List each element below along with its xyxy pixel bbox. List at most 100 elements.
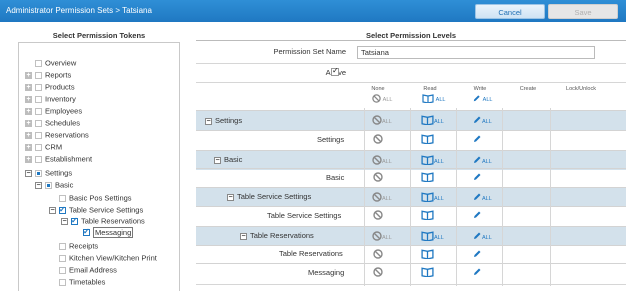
tree-item-reservations[interactable]: + Reservations bbox=[25, 130, 89, 140]
checkbox[interactable] bbox=[35, 107, 42, 115]
checkbox[interactable] bbox=[35, 119, 42, 127]
tree-item-receipts[interactable]: Receipts bbox=[59, 241, 98, 251]
write-all-toggle[interactable]: ALL bbox=[472, 155, 492, 165]
permission-tokens-tree[interactable]: Overview + Reports + Products + Inventory +… bbox=[18, 42, 180, 291]
write-all-toggle[interactable]: ALL bbox=[472, 115, 492, 125]
none-all-toggle[interactable]: ALL bbox=[372, 192, 392, 202]
write-all-toggle[interactable]: ALL bbox=[472, 94, 492, 108]
write-all-toggle[interactable]: ALL bbox=[472, 192, 492, 202]
divider bbox=[196, 284, 626, 285]
minus-box-icon[interactable]: − bbox=[205, 117, 212, 125]
tree-item-email-address[interactable]: Email Address bbox=[59, 265, 117, 275]
write-toggle[interactable] bbox=[472, 210, 482, 220]
tree-item-crm[interactable]: + CRM bbox=[25, 142, 62, 152]
read-all-toggle[interactable]: ALL bbox=[421, 231, 444, 241]
none-toggle[interactable] bbox=[373, 134, 383, 144]
checkbox[interactable] bbox=[35, 131, 42, 139]
read-toggle[interactable] bbox=[421, 267, 434, 277]
none-all-toggle[interactable]: ALL bbox=[372, 94, 392, 108]
plus-box-icon[interactable]: + bbox=[25, 95, 32, 103]
minus-box-icon[interactable]: − bbox=[25, 169, 32, 177]
none-all-toggle[interactable]: ALL bbox=[372, 115, 392, 125]
checkbox[interactable] bbox=[35, 143, 42, 151]
checkbox[interactable] bbox=[59, 205, 66, 214]
tree-item-products[interactable]: + Products bbox=[25, 82, 75, 92]
checkbox[interactable] bbox=[35, 155, 42, 163]
tree-item-employees[interactable]: + Employees bbox=[25, 106, 82, 116]
checkbox[interactable] bbox=[59, 242, 66, 250]
tree-item-settings[interactable]: − Settings bbox=[25, 168, 72, 178]
tree-item-overview[interactable]: Overview bbox=[35, 58, 76, 68]
tree-item-basic-pos-settings[interactable]: Basic Pos Settings bbox=[59, 193, 132, 203]
plus-box-icon[interactable]: + bbox=[25, 155, 32, 163]
write-toggle[interactable] bbox=[472, 267, 482, 277]
minus-box-icon[interactable]: − bbox=[240, 232, 247, 240]
checkbox[interactable] bbox=[59, 194, 66, 202]
plus-box-icon[interactable]: + bbox=[25, 71, 32, 79]
row-label-table-service-settings-group[interactable]: − Table Service Settings bbox=[227, 192, 311, 201]
read-toggle[interactable] bbox=[421, 210, 434, 220]
tree-item-table-service-settings[interactable]: − Table Service Settings bbox=[49, 205, 143, 215]
minus-box-icon[interactable]: − bbox=[35, 181, 42, 189]
row-label-table-reservations-group[interactable]: − Table Reservations bbox=[240, 231, 314, 240]
tree-item-basic[interactable]: − Basic bbox=[35, 180, 73, 190]
none-all-toggle[interactable]: ALL bbox=[372, 231, 392, 241]
tree-item-messaging[interactable]: Messaging bbox=[83, 226, 134, 238]
plus-box-icon[interactable]: + bbox=[25, 119, 32, 127]
checkbox[interactable] bbox=[35, 83, 42, 91]
none-toggle[interactable] bbox=[373, 172, 383, 182]
tree-item-label: Email Address bbox=[69, 265, 117, 275]
minus-box-icon[interactable]: − bbox=[227, 193, 234, 201]
all-label: ALL bbox=[482, 119, 492, 125]
write-toggle[interactable] bbox=[472, 249, 482, 259]
save-button[interactable]: Save bbox=[548, 4, 618, 19]
plus-box-icon[interactable]: + bbox=[25, 131, 32, 139]
checkbox[interactable] bbox=[59, 278, 66, 286]
tree-item-timetables[interactable]: Timetables bbox=[59, 277, 105, 287]
minus-box-icon[interactable]: − bbox=[214, 156, 221, 164]
tree-item-schedules[interactable]: + Schedules bbox=[25, 118, 80, 128]
checkbox[interactable] bbox=[35, 169, 42, 177]
permission-set-name-input[interactable]: Tatsiana bbox=[357, 46, 595, 59]
none-toggle[interactable] bbox=[373, 210, 383, 220]
plus-box-icon[interactable]: + bbox=[25, 107, 32, 115]
none-all-toggle[interactable]: ALL bbox=[372, 155, 392, 165]
none-toggle[interactable] bbox=[373, 249, 383, 259]
read-all-toggle[interactable]: ALL bbox=[421, 155, 444, 165]
column-divider bbox=[456, 108, 457, 286]
tree-item-inventory[interactable]: + Inventory bbox=[25, 94, 76, 104]
none-toggle[interactable] bbox=[373, 267, 383, 277]
active-checkbox[interactable] bbox=[331, 66, 339, 76]
cancel-button[interactable]: Cancel bbox=[475, 4, 545, 19]
pencil-icon bbox=[474, 268, 481, 275]
tree-item-establishment[interactable]: + Establishment bbox=[25, 154, 92, 164]
checkbox[interactable] bbox=[35, 95, 42, 103]
checkbox[interactable] bbox=[83, 227, 90, 236]
checkbox[interactable] bbox=[59, 266, 66, 274]
read-toggle[interactable] bbox=[421, 134, 434, 144]
checkbox[interactable] bbox=[59, 254, 66, 262]
read-toggle[interactable] bbox=[421, 249, 434, 259]
checkbox[interactable] bbox=[35, 71, 42, 79]
read-all-toggle[interactable]: ALL bbox=[421, 192, 444, 202]
tree-item-table-reservations[interactable]: − Table Reservations bbox=[61, 216, 145, 226]
plus-box-icon[interactable]: + bbox=[25, 143, 32, 151]
tree-item-kitchen-view[interactable]: Kitchen View/Kitchen Print bbox=[59, 253, 157, 263]
write-toggle[interactable] bbox=[472, 172, 482, 182]
tree-item-reports[interactable]: + Reports bbox=[25, 70, 71, 80]
read-all-toggle[interactable]: ALL bbox=[421, 115, 444, 125]
row-label-basic-group[interactable]: − Basic bbox=[214, 155, 242, 164]
checkbox[interactable] bbox=[71, 216, 78, 225]
read-toggle[interactable] bbox=[421, 172, 434, 182]
write-all-toggle[interactable]: ALL bbox=[472, 231, 492, 241]
checkbox[interactable] bbox=[45, 181, 52, 189]
plus-box-icon[interactable]: + bbox=[25, 83, 32, 91]
read-all-toggle[interactable]: ALL bbox=[422, 94, 445, 108]
open-book-icon bbox=[421, 115, 434, 125]
no-access-icon bbox=[373, 134, 383, 144]
minus-box-icon[interactable]: − bbox=[49, 206, 56, 214]
row-label-settings-group[interactable]: − Settings bbox=[205, 116, 242, 125]
write-toggle[interactable] bbox=[472, 134, 482, 144]
minus-box-icon[interactable]: − bbox=[61, 217, 68, 225]
checkbox[interactable] bbox=[35, 59, 42, 67]
